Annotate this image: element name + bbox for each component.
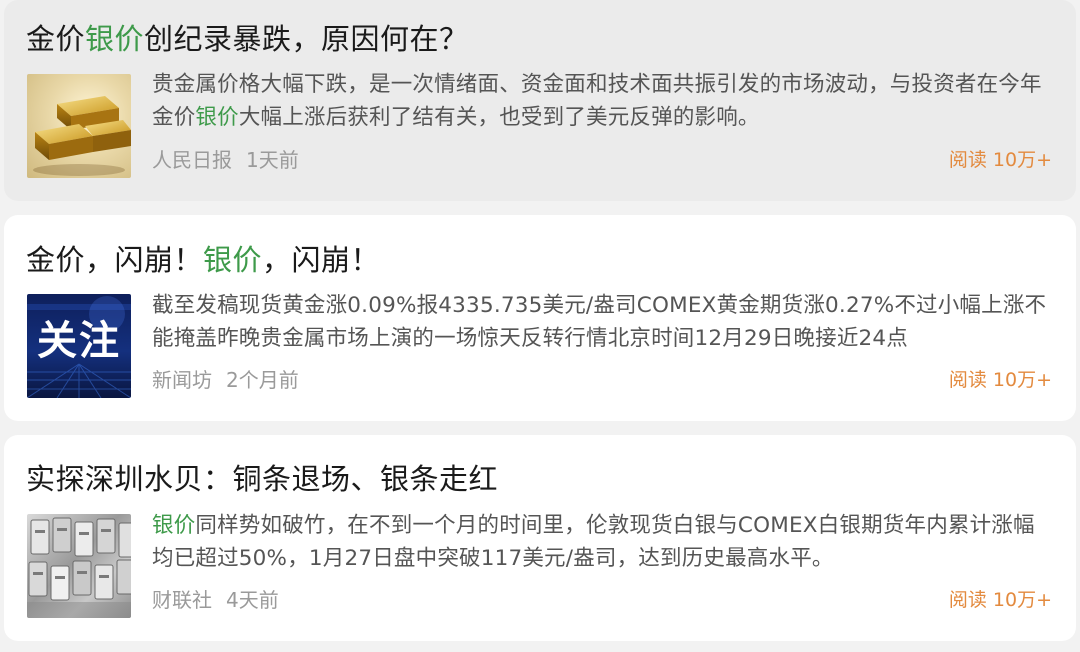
title-keyword-highlight: 银价 — [203, 243, 263, 277]
summary-keyword-highlight: 银价 — [152, 513, 196, 538]
article-summary[interactable]: 银价同样势如破竹，在不到一个月的时间里，伦敦现货白银与COMEX白银期货年内累计… — [152, 509, 1052, 575]
publish-time: 1天前 — [246, 148, 299, 172]
article-title[interactable]: 金价银价创纪录暴跌，原因何在？ — [26, 21, 469, 57]
news-card[interactable]: 实探深圳水贝：铜条退场、银条走红 银价同样势如破竹，在不到一个月的时间里，伦敦现… — [4, 435, 1076, 641]
source-name[interactable]: 财联社 — [152, 588, 212, 612]
read-count: 阅读 10万+ — [948, 589, 1052, 611]
source-name[interactable]: 新闻坊 — [152, 368, 212, 392]
article-title[interactable]: 金价，闪崩！银价，闪崩！ — [26, 242, 380, 278]
title-part: ，闪崩！ — [262, 243, 381, 277]
focus-banner-text: 关注 — [37, 318, 121, 364]
summary-part: 大幅上涨后获利了结有关，也受到了美元反弹的影响。 — [238, 105, 760, 130]
summary-keyword-highlight: 银价 — [195, 105, 239, 130]
publish-time: 2个月前 — [226, 368, 299, 392]
read-count: 阅读 10万+ — [948, 369, 1052, 391]
focus-banner-thumbnail[interactable]: 关注 — [27, 294, 131, 398]
silver-bars-icon — [27, 517, 131, 618]
read-count: 阅读 10万+ — [948, 149, 1052, 171]
publish-time: 4天前 — [226, 588, 279, 612]
title-part: 金价 — [26, 22, 86, 56]
gold-bars-thumbnail[interactable] — [27, 74, 131, 178]
article-summary[interactable]: 贵金属价格大幅下跌，是一次情绪面、资金面和技术面共振引发的市场波动，与投资者在今… — [152, 68, 1052, 134]
article-title[interactable]: 实探深圳水贝：铜条退场、银条走红 — [26, 461, 498, 497]
title-part: 创纪录暴跌，原因何在？ — [144, 22, 469, 56]
summary-part: 截至发稿现货黄金涨0.09%报4335.735美元/盎司COMEX黄金期货涨0.… — [152, 293, 1047, 351]
gold-bars-icon — [33, 96, 131, 176]
article-meta: 新闻坊 2个月前 — [152, 367, 299, 393]
title-part: 金价，闪崩！ — [26, 243, 204, 277]
news-card[interactable]: 金价银价创纪录暴跌，原因何在？ 贵金属价格大幅下跌，是一次情绪面、资金面和技术面… — [4, 0, 1076, 201]
summary-part: 同样势如破竹，在不到一个月的时间里，伦敦现货白银与COMEX白银期货年内累计涨幅… — [152, 513, 1035, 571]
article-summary[interactable]: 截至发稿现货黄金涨0.09%报4335.735美元/盎司COMEX黄金期货涨0.… — [152, 289, 1052, 355]
news-card[interactable]: 金价，闪崩！银价，闪崩！ 关注 截至发稿现货黄金涨0.09%报4335.735美… — [4, 215, 1076, 421]
article-meta: 人民日报 1天前 — [152, 147, 299, 173]
article-meta: 财联社 4天前 — [152, 587, 279, 613]
source-name[interactable]: 人民日报 — [152, 148, 232, 172]
title-part: 实探深圳水贝：铜条退场、银条走红 — [26, 462, 499, 496]
title-keyword-highlight: 银价 — [85, 22, 145, 56]
silver-bars-thumbnail[interactable] — [27, 514, 131, 618]
